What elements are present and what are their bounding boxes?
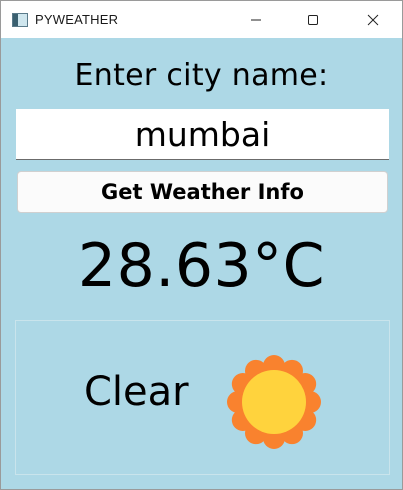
maximize-icon xyxy=(308,14,318,25)
minimize-button[interactable] xyxy=(233,1,279,38)
close-icon xyxy=(367,14,379,25)
close-button[interactable] xyxy=(350,1,396,38)
app-window: PYWEATHER Enter city name: Get Weather I… xyxy=(0,0,403,490)
city-prompt-label: Enter city name: xyxy=(74,58,329,93)
app-window-icon xyxy=(12,13,28,27)
weather-condition-panel: Clear xyxy=(15,320,390,475)
window-title: PYWEATHER xyxy=(35,12,119,27)
get-weather-button[interactable]: Get Weather Info xyxy=(17,171,388,213)
temperature-label: 28.63°C xyxy=(77,231,326,301)
sun-icon xyxy=(227,355,321,449)
condition-label: Clear xyxy=(84,369,189,415)
maximize-button[interactable] xyxy=(290,1,336,38)
city-input[interactable] xyxy=(16,109,389,160)
minimize-icon xyxy=(251,19,261,20)
title-bar[interactable]: PYWEATHER xyxy=(1,1,402,38)
